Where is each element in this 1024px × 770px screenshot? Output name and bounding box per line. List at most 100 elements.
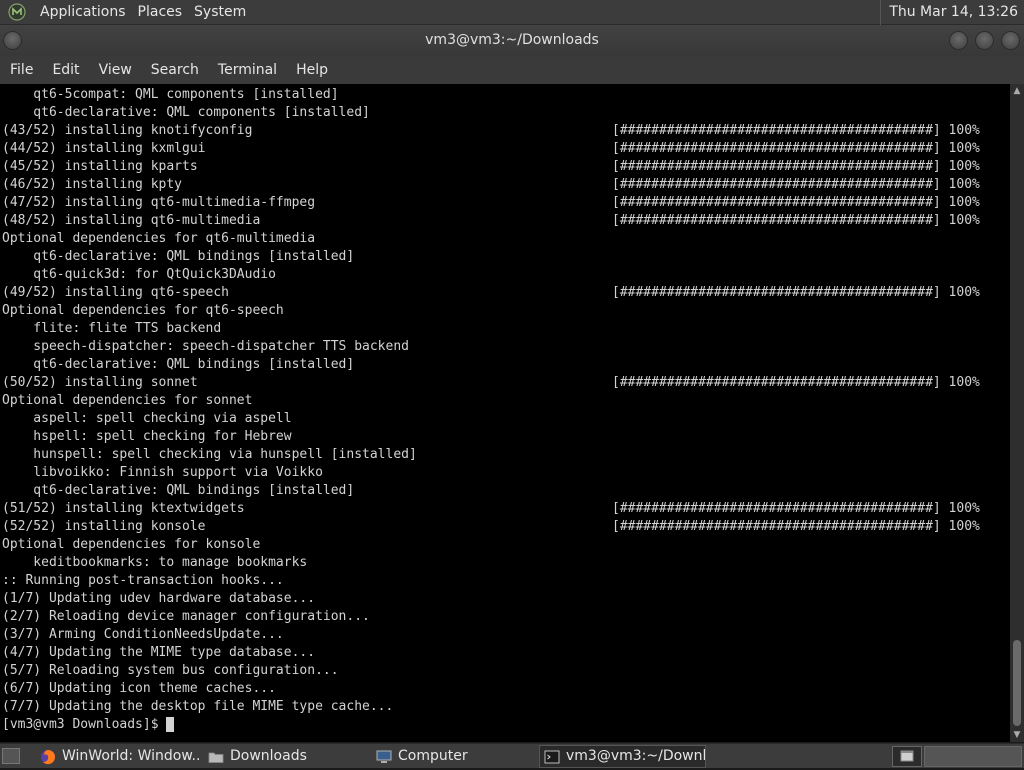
bottom-panel: WinWorld: Window... Downloads Computer v… (0, 743, 1024, 768)
progress-bar-text: [#######################################… (612, 177, 980, 192)
terminal-line-text: (50/52) installing sonnet (2, 375, 198, 390)
terminal-line-text: [vm3@vm3 Downloads]$ (2, 717, 167, 732)
terminal-line: (49/52) installing qt6-speech [##########… (2, 284, 1007, 302)
terminal-line: libvoikko: Finnish support via Voikko (2, 464, 1007, 482)
terminal-line: speech-dispatcher: speech-dispatcher TTS… (2, 338, 1007, 356)
terminal-line-text: (52/52) installing konsole (2, 519, 206, 534)
terminal-line: qt6-declarative: QML bindings [installed… (2, 356, 1007, 374)
terminal-line-text: (3/7) Arming ConditionNeedsUpdate... (2, 627, 284, 642)
terminal-line-text: hspell: spell checking for Hebrew (2, 429, 292, 444)
terminal-line-text: (43/52) installing knotifyconfig (2, 123, 253, 138)
progress-bar-text: [#######################################… (612, 375, 980, 390)
menubar: File Edit View Search Terminal Help (0, 56, 1024, 84)
minimize-button[interactable] (949, 31, 968, 50)
terminal-line: qt6-declarative: QML bindings [installed… (2, 248, 1007, 266)
terminal-line: [vm3@vm3 Downloads]$ (2, 716, 1007, 734)
menu-terminal[interactable]: Terminal (208, 56, 286, 84)
places-menu[interactable]: Places (132, 0, 189, 25)
terminal-line: (43/52) installing knotifyconfig [#######… (2, 122, 1007, 140)
terminal-line: (47/52) installing qt6-multimedia-ffmpeg… (2, 194, 1007, 212)
task-label: vm3@vm3:~/Downl... (566, 748, 706, 764)
terminal-line: qt6-5compat: QML components [installed] (2, 86, 1007, 104)
progress-bar-text: [#######################################… (612, 123, 980, 138)
terminal-line: (48/52) installing qt6-multimedia [######… (2, 212, 1007, 230)
terminal-line-text: (44/52) installing kxmlgui (2, 141, 206, 156)
terminal-line: (45/52) installing kparts [##############… (2, 158, 1007, 176)
scrollbar-thumb[interactable] (1013, 640, 1021, 726)
terminal-line-text: (46/52) installing kpty (2, 177, 183, 192)
applications-menu[interactable]: Applications (34, 0, 132, 25)
terminal-line: hspell: spell checking for Hebrew (2, 428, 1007, 446)
terminal-line: (52/52) installing konsole [#############… (2, 518, 1007, 536)
terminal-line-text: Optional dependencies for qt6-speech (2, 303, 284, 318)
progress-bar-text: [#######################################… (612, 141, 980, 156)
terminal-line-text: Optional dependencies for sonnet (2, 393, 253, 408)
terminal-line-text: (5/7) Reloading system bus configuration… (2, 663, 339, 678)
menu-help[interactable]: Help (286, 56, 337, 84)
mate-logo-icon[interactable] (6, 1, 28, 23)
menu-edit[interactable]: Edit (42, 56, 88, 84)
workspace-window-icon (900, 750, 914, 762)
terminal-line-text: libvoikko: Finnish support via Voikko (2, 465, 323, 480)
show-desktop-button[interactable] (2, 748, 20, 764)
terminal-line: Optional dependencies for konsole (2, 536, 1007, 554)
terminal-line-text: (4/7) Updating the MIME type database... (2, 645, 316, 660)
menu-view[interactable]: View (89, 56, 141, 84)
task-downloads[interactable]: Downloads (204, 745, 368, 768)
progress-bar-text: [#######################################… (612, 519, 980, 534)
terminal-output[interactable]: qt6-5compat: QML components [installed] … (0, 84, 1010, 742)
terminal-line: (3/7) Arming ConditionNeedsUpdate... (2, 626, 1007, 644)
window-titlebar[interactable]: vm3@vm3:~/Downloads (0, 25, 1024, 56)
task-label: Downloads (230, 748, 307, 764)
progress-bar-text: [#######################################… (612, 213, 980, 228)
terminal-line-text: keditbookmarks: to manage bookmarks (2, 555, 308, 570)
terminal-line-text: qt6-declarative: QML bindings [installed… (2, 249, 355, 264)
task-computer[interactable]: Computer (372, 745, 536, 768)
terminal-line-text: (49/52) installing qt6-speech (2, 285, 229, 300)
computer-icon (376, 749, 392, 765)
window-title: vm3@vm3:~/Downloads (425, 32, 599, 48)
terminal-line-text: aspell: spell checking via aspell (2, 411, 292, 426)
terminal-line: (46/52) installing kpty [################… (2, 176, 1007, 194)
progress-bar-text: [#######################################… (612, 285, 980, 300)
firefox-icon (40, 749, 56, 765)
terminal-line-text: speech-dispatcher: speech-dispatcher TTS… (2, 339, 409, 354)
vertical-scrollbar[interactable]: ▲ ▼ (1010, 84, 1024, 742)
terminal-line: (4/7) Updating the MIME type database... (2, 644, 1007, 662)
terminal-line: (44/52) installing kxmlgui [#############… (2, 140, 1007, 158)
terminal-line: qt6-declarative: QML bindings [installed… (2, 482, 1007, 500)
task-terminal[interactable]: vm3@vm3:~/Downl... (539, 745, 706, 768)
terminal-icon (544, 749, 560, 765)
scroll-down-arrow-icon[interactable]: ▼ (1010, 728, 1024, 742)
terminal-line: (1/7) Updating udev hardware database... (2, 590, 1007, 608)
terminal-line: (7/7) Updating the desktop file MIME typ… (2, 698, 1007, 716)
terminal-line-text: (1/7) Updating udev hardware database... (2, 591, 316, 606)
terminal-line-text: qt6-quick3d: for QtQuick3DAudio (2, 267, 276, 282)
terminal-line: qt6-quick3d: for QtQuick3DAudio (2, 266, 1007, 284)
terminal-line: Optional dependencies for sonnet (2, 392, 1007, 410)
terminal-line-text: (47/52) installing qt6-multimedia-ffmpeg (2, 195, 316, 210)
scroll-up-arrow-icon[interactable]: ▲ (1010, 84, 1024, 98)
terminal-line: Optional dependencies for qt6-speech (2, 302, 1007, 320)
menu-search[interactable]: Search (141, 56, 208, 84)
workspace-2[interactable] (924, 746, 1022, 767)
folder-icon (208, 749, 224, 765)
terminal-line: qt6-declarative: QML components [install… (2, 104, 1007, 122)
terminal-line: (2/7) Reloading device manager configura… (2, 608, 1007, 626)
workspace-1[interactable] (892, 746, 922, 767)
system-menu[interactable]: System (188, 0, 252, 25)
terminal-line-text: (51/52) installing ktextwidgets (2, 501, 245, 516)
terminal-line: :: Running post-transaction hooks... (2, 572, 1007, 590)
clock[interactable]: Thu Mar 14, 13:26 (880, 0, 1024, 25)
terminal-line: (50/52) installing sonnet [##############… (2, 374, 1007, 392)
terminal-line-text: (48/52) installing qt6-multimedia (2, 213, 261, 228)
progress-bar-text: [#######################################… (612, 195, 980, 210)
menu-file[interactable]: File (0, 56, 42, 84)
terminal-line-text: (6/7) Updating icon theme caches... (2, 681, 276, 696)
close-button[interactable] (1001, 31, 1020, 50)
terminal-line: (5/7) Reloading system bus configuration… (2, 662, 1007, 680)
task-label: Computer (398, 748, 468, 764)
task-firefox[interactable]: WinWorld: Window... (36, 745, 200, 768)
maximize-button[interactable] (975, 31, 994, 50)
terminal-line-text: (45/52) installing kparts (2, 159, 198, 174)
